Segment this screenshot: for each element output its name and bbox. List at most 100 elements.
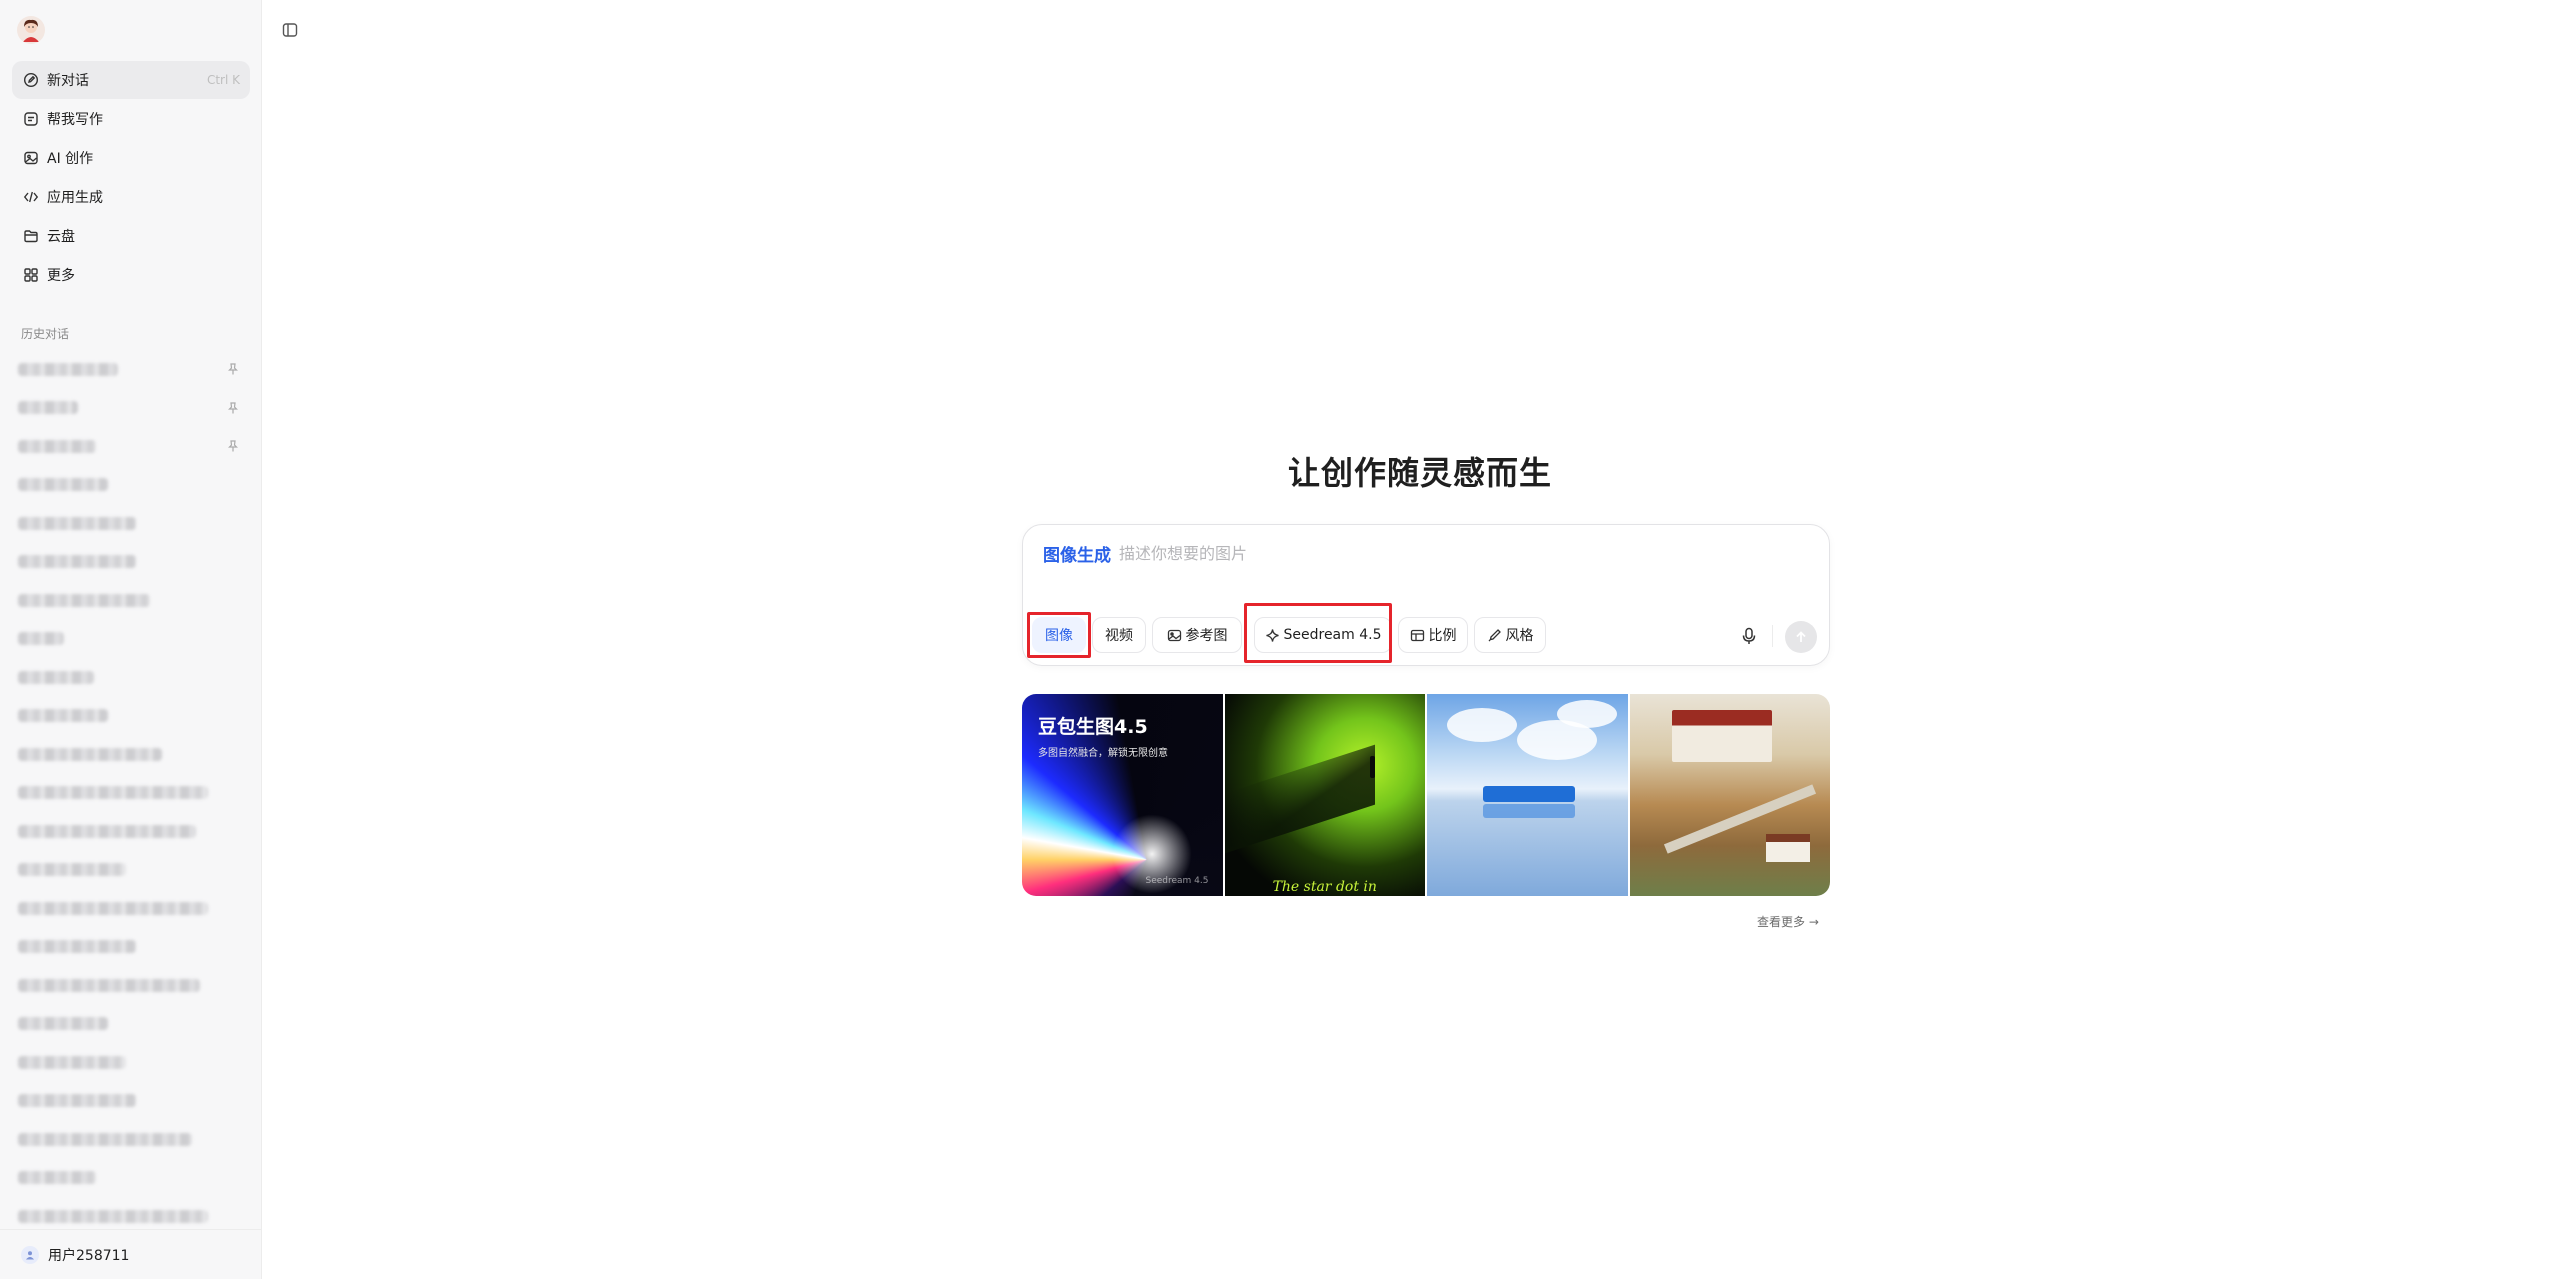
sidebar-item-new-chat[interactable]: 新对话 Ctrl K — [12, 61, 250, 99]
history-item-title-redacted — [18, 1017, 108, 1031]
chip-label: 参考图 — [1185, 628, 1228, 644]
pin-icon[interactable] — [226, 362, 240, 376]
history-item[interactable] — [12, 466, 250, 505]
house — [1765, 834, 1810, 862]
history-item-title-redacted — [18, 1094, 136, 1108]
history-item[interactable] — [12, 427, 250, 466]
history-item-title-redacted — [18, 362, 118, 376]
picture-icon — [1167, 628, 1182, 643]
history-item-title-redacted — [18, 439, 96, 453]
history-item[interactable] — [12, 1043, 250, 1082]
app-avatar[interactable] — [17, 16, 45, 44]
avatar-illustration-icon — [23, 19, 39, 42]
history-item-title-redacted — [18, 1055, 126, 1069]
history-item[interactable] — [12, 774, 250, 813]
history-item-title-redacted — [18, 1171, 96, 1185]
history-item[interactable] — [12, 658, 250, 697]
dark-streak — [1224, 744, 1375, 854]
sidebar-item-label: 云盘 — [47, 229, 75, 245]
image-mode-chip[interactable]: 图像 — [1032, 617, 1086, 653]
sidebar-item-more[interactable]: 更多 — [12, 256, 250, 294]
model-select-button[interactable]: Seedream 4.5 — [1254, 617, 1392, 653]
history-item-title-redacted — [18, 555, 136, 569]
mode-tag[interactable]: 图像生成 — [1043, 541, 1111, 566]
train — [1483, 786, 1575, 802]
palace — [1671, 710, 1772, 762]
user-profile[interactable]: 用户258711 — [0, 1229, 262, 1279]
inspiration-gallery: 豆包生图4.5 多图自然融合，解锁无限创意 Seedream 4.5 The s… — [1022, 694, 1830, 896]
history-item[interactable] — [12, 851, 250, 890]
send-button[interactable] — [1785, 621, 1817, 653]
code-icon — [23, 189, 39, 205]
card-watermark: Seedream 4.5 — [1145, 876, 1209, 886]
see-more-link[interactable]: 查看更多 → — [1757, 913, 1819, 930]
history-item-title-redacted — [18, 632, 64, 646]
history-item-title-redacted — [18, 516, 136, 530]
history-item-title-redacted — [18, 786, 208, 800]
history-item[interactable] — [12, 581, 250, 620]
sparkle-icon — [1265, 628, 1280, 643]
chip-label: 比例 — [1428, 628, 1457, 644]
chip-label: Seedream 4.5 — [1283, 627, 1382, 643]
gallery-card-salt-lake-train[interactable] — [1427, 694, 1628, 896]
folder-icon — [23, 228, 39, 244]
history-item[interactable] — [12, 389, 250, 428]
sidebar: 新对话 Ctrl K 帮我写作 AI 创作 应用生成 云盘 更多 历史对话 用户… — [0, 0, 262, 1279]
page-title: 让创作随灵感而生 — [1287, 454, 1552, 492]
sidebar-item-label: 帮我写作 — [47, 112, 103, 128]
sidebar-item-app-gen[interactable]: 应用生成 — [12, 178, 250, 216]
shortcut-hint: Ctrl K — [206, 73, 240, 87]
video-mode-chip[interactable]: 视频 — [1092, 617, 1146, 653]
user-name: 用户258711 — [48, 1247, 130, 1264]
divider — [1772, 625, 1773, 647]
gallery-card-potala-palace[interactable] — [1629, 694, 1830, 896]
style-button[interactable]: 风格 — [1474, 617, 1546, 653]
sidebar-item-writing[interactable]: 帮我写作 — [12, 100, 250, 138]
ratio-button[interactable]: 比例 — [1398, 617, 1468, 653]
arrow-up-icon — [1796, 631, 1806, 642]
sidebar-toggle-icon[interactable] — [281, 21, 299, 39]
pin-icon[interactable] — [226, 439, 240, 453]
history-item[interactable] — [12, 1159, 250, 1198]
history-item-title-redacted — [18, 709, 108, 723]
history-list — [12, 350, 250, 1236]
history-item[interactable] — [12, 928, 250, 967]
reference-image-button[interactable]: 参考图 — [1152, 617, 1242, 653]
history-item[interactable] — [12, 620, 250, 659]
sidebar-item-cloud-drive[interactable]: 云盘 — [12, 217, 250, 255]
ratio-icon — [1410, 628, 1425, 643]
prompt-input[interactable] — [1119, 539, 1719, 567]
gallery-card-seedream[interactable]: 豆包生图4.5 多图自然融合，解锁无限创意 Seedream 4.5 — [1022, 694, 1223, 896]
history-item[interactable] — [12, 1082, 250, 1121]
chip-label: 视频 — [1105, 628, 1133, 644]
sidebar-item-ai-create[interactable]: AI 创作 — [12, 139, 250, 177]
image-icon — [23, 150, 39, 166]
pin-icon[interactable] — [226, 401, 240, 415]
cloud — [1557, 700, 1617, 728]
history-item-title-redacted — [18, 747, 162, 761]
gallery-card-green-light[interactable]: The star dot in — [1224, 694, 1425, 896]
sidebar-item-label: 新对话 — [47, 73, 89, 89]
history-item[interactable] — [12, 966, 250, 1005]
history-item-title-redacted — [18, 901, 208, 915]
sidebar-item-label: 更多 — [47, 268, 75, 284]
history-item-title-redacted — [18, 940, 136, 954]
history-item[interactable] — [12, 1120, 250, 1159]
history-item[interactable] — [12, 697, 250, 736]
history-item[interactable] — [12, 504, 250, 543]
edit-icon — [23, 72, 39, 88]
history-item-title-redacted — [18, 478, 108, 492]
history-item[interactable] — [12, 812, 250, 851]
history-item[interactable] — [12, 1005, 250, 1044]
history-item[interactable] — [12, 543, 250, 582]
writing-icon — [23, 111, 39, 127]
history-item[interactable] — [12, 889, 250, 928]
card-text: The star dot in — [1272, 879, 1377, 895]
history-item[interactable] — [12, 350, 250, 389]
history-section-title: 历史对话 — [21, 327, 70, 341]
silhouette-figure — [1369, 756, 1375, 778]
history-item[interactable] — [12, 735, 250, 774]
microphone-icon[interactable] — [1739, 626, 1759, 646]
grid-icon — [23, 267, 39, 283]
history-item-title-redacted — [18, 978, 200, 992]
